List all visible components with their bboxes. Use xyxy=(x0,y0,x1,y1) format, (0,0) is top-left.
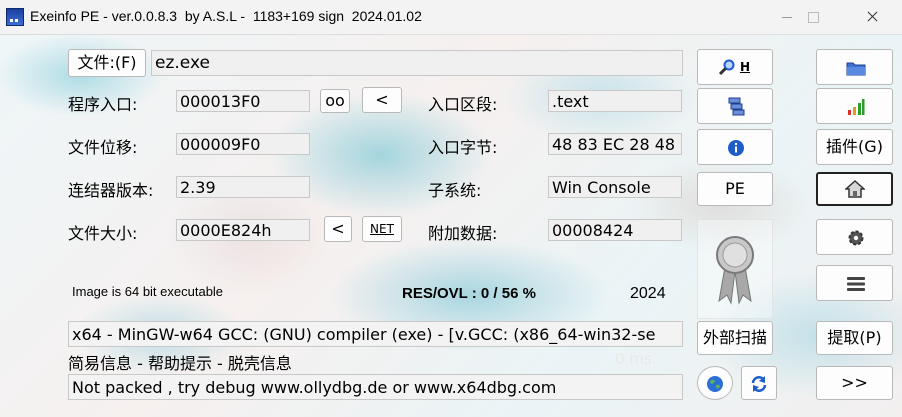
bit-info-text: Image is 64 bit executable xyxy=(72,284,224,299)
file-size-label: 文件大小: xyxy=(68,224,138,243)
rip-stats-button[interactable] xyxy=(816,88,893,124)
entry-point-lt-button[interactable]: < xyxy=(362,87,402,113)
scan-time: 0 ms. xyxy=(615,350,657,368)
ep-bytes-field: 48 83 EC 28 48 xyxy=(548,133,682,155)
search-h-label: H xyxy=(740,60,751,74)
ep-bytes-label: 入口字节: xyxy=(428,138,498,157)
globe-button[interactable] xyxy=(697,366,733,400)
file-size-lt-button[interactable]: < xyxy=(324,216,352,242)
next-button[interactable]: >> xyxy=(816,366,893,400)
overlay-field: 00008424 xyxy=(548,219,682,241)
subsystem-field: Win Console xyxy=(548,176,682,198)
maximize-button[interactable] xyxy=(790,0,836,34)
file-offset-field: 000009F0 xyxy=(176,133,310,155)
ep-section-field: .text xyxy=(548,90,682,112)
file-offset-label: 文件位移: xyxy=(68,138,138,157)
window-title: Exeinfo PE - ver.0.0.8.3 by A.S.L - 1183… xyxy=(30,8,422,24)
year-text: 2024 xyxy=(630,285,666,302)
home-button[interactable] xyxy=(816,172,893,206)
hint-field: Not packed , try debug www.ollydbg.de or… xyxy=(68,374,683,400)
gear-icon xyxy=(848,230,864,246)
open-folder-button[interactable] xyxy=(816,49,893,85)
home-icon xyxy=(845,180,865,198)
pe-button[interactable]: PE xyxy=(697,172,773,206)
net-button[interactable]: NET xyxy=(362,216,402,242)
folder-icon xyxy=(846,62,866,76)
extract-button[interactable]: 提取(P) xyxy=(816,321,893,355)
options-button[interactable] xyxy=(816,219,893,255)
linker-version-field: 2.39 xyxy=(176,176,310,198)
info-links[interactable]: 简易信息 - 帮助提示 - 脱壳信息 xyxy=(68,350,292,374)
refresh-button[interactable] xyxy=(741,366,777,400)
entry-point-field: 000013F0 xyxy=(176,90,310,112)
app-icon xyxy=(6,8,24,26)
detection-result-field: x64 - MinGW-w64 GCC: (GNU) compiler (exe… xyxy=(68,321,683,347)
exeinfo-window: Exeinfo PE - ver.0.0.8.3 by A.S.L - 1183… xyxy=(0,0,902,417)
oo-button[interactable]: oo xyxy=(320,89,350,113)
file-path-field[interactable]: ez.exe xyxy=(151,50,683,76)
info-button[interactable] xyxy=(697,129,773,165)
external-scan-button[interactable]: 外部扫描 xyxy=(697,321,773,355)
refresh-icon xyxy=(751,376,767,392)
menu-icon xyxy=(847,277,865,291)
info-icon xyxy=(728,140,744,156)
sections-button[interactable] xyxy=(697,88,773,124)
subsystem-label: 子系统: xyxy=(428,181,482,200)
title-bar: Exeinfo PE - ver.0.0.8.3 by A.S.L - 1183… xyxy=(0,0,902,35)
plugins-button[interactable]: 插件(G) xyxy=(816,129,893,165)
linker-version-label: 连结器版本: xyxy=(68,181,154,200)
file-size-field: 0000E824h xyxy=(176,219,310,241)
file-open-button[interactable]: 文件:(F) xyxy=(68,49,146,77)
award-ribbon-icon xyxy=(697,219,773,319)
menu-button[interactable] xyxy=(816,265,893,301)
signal-bars-icon xyxy=(848,99,865,115)
entry-point-label: 程序入口: xyxy=(68,95,138,114)
sections-list-icon xyxy=(728,97,745,116)
search-button[interactable]: H xyxy=(697,49,773,85)
overlay-label: 附加数据: xyxy=(428,224,498,243)
res-ovl-text: RES/OVL : 0 / 56 % xyxy=(402,285,536,302)
globe-icon xyxy=(707,376,723,392)
ep-section-label: 入口区段: xyxy=(428,95,498,114)
close-button[interactable] xyxy=(850,0,896,34)
